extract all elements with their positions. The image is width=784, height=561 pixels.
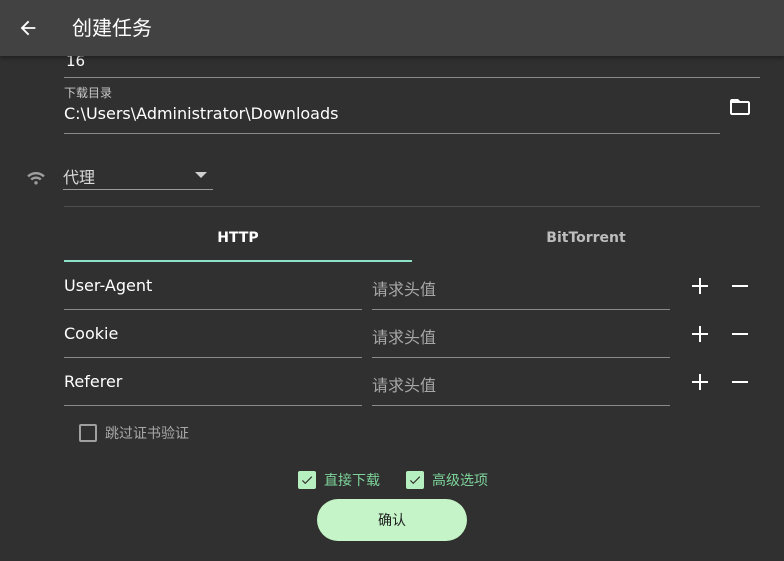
create-task-page: 创建任务 16 下载目录 C:\Users\Administrator\Down… — [0, 0, 784, 561]
checkbox-box — [406, 471, 424, 489]
remove-header-button[interactable] — [728, 274, 752, 298]
download-dir-label: 下载目录 — [64, 86, 113, 100]
select-folder-button[interactable] — [728, 95, 752, 119]
plus-icon — [692, 374, 708, 390]
add-header-button[interactable] — [688, 370, 712, 394]
checkbox-box — [79, 424, 97, 442]
wifi-icon — [27, 172, 45, 185]
chevron-down-icon — [195, 172, 207, 178]
advanced-options-checkbox[interactable]: 高级选项 — [406, 470, 488, 490]
app-bar: 创建任务 — [0, 0, 784, 56]
connections-value: 16 — [66, 56, 86, 70]
header-key-value: User-Agent — [64, 276, 153, 295]
remove-header-button[interactable] — [728, 370, 752, 394]
direct-download-checkbox[interactable]: 直接下载 — [298, 470, 380, 490]
minus-icon — [732, 333, 748, 335]
minus-icon — [732, 285, 748, 287]
header-key-value: Cookie — [64, 324, 119, 343]
header-key-input[interactable]: Referer — [64, 358, 362, 406]
download-dir-input[interactable]: C:\Users\Administrator\Downloads — [64, 100, 720, 134]
confirm-button[interactable]: 确认 — [317, 499, 467, 541]
header-row: Cookie 请求头值 — [64, 310, 760, 358]
checkbox-box — [298, 471, 316, 489]
tab-http[interactable]: HTTP — [64, 214, 412, 260]
add-header-button[interactable] — [688, 274, 712, 298]
skip-cert-checkbox[interactable]: 跳过证书验证 — [79, 423, 189, 443]
plus-icon — [692, 326, 708, 342]
tab-bittorrent[interactable]: BitTorrent — [412, 214, 760, 260]
plus-icon — [692, 278, 708, 294]
proxy-select-value: 代理 — [63, 168, 96, 187]
direct-download-label: 直接下载 — [324, 473, 380, 489]
back-button[interactable] — [14, 14, 42, 42]
download-dir-value: C:\Users\Administrator\Downloads — [64, 104, 339, 123]
check-icon — [301, 476, 313, 485]
header-value-input[interactable]: 请求头值 — [372, 310, 670, 358]
connections-field[interactable]: 16 — [64, 56, 760, 78]
header-row: Referer 请求头值 — [64, 358, 760, 406]
header-row: User-Agent 请求头值 — [64, 262, 760, 310]
header-value-input[interactable]: 请求头值 — [372, 358, 670, 406]
header-value-input[interactable]: 请求头值 — [372, 262, 670, 310]
minus-icon — [732, 381, 748, 383]
header-key-value: Referer — [64, 372, 123, 391]
check-icon — [409, 476, 421, 485]
divider — [64, 206, 760, 207]
header-key-input[interactable]: Cookie — [64, 310, 362, 358]
page-title: 创建任务 — [72, 16, 152, 40]
header-value-placeholder: 请求头值 — [372, 376, 437, 395]
folder-icon — [730, 99, 750, 115]
header-key-input[interactable]: User-Agent — [64, 262, 362, 310]
proxy-select[interactable]: 代理 — [63, 160, 213, 190]
header-value-placeholder: 请求头值 — [372, 280, 437, 299]
remove-header-button[interactable] — [728, 322, 752, 346]
header-value-placeholder: 请求头值 — [372, 328, 437, 347]
advanced-options-label: 高级选项 — [432, 473, 488, 489]
skip-cert-label: 跳过证书验证 — [105, 426, 189, 442]
add-header-button[interactable] — [688, 322, 712, 346]
arrow-left-icon — [20, 20, 36, 36]
